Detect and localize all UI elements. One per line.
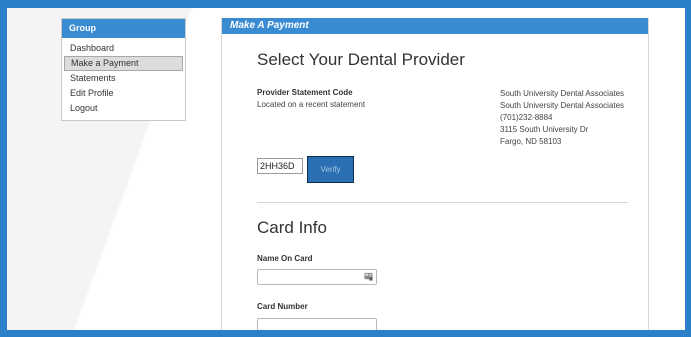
main-panel: Make A Payment Select Your Dental Provid… <box>221 18 649 330</box>
provider-address-line1: 3115 South University Dr <box>500 125 589 134</box>
provider-name: South University Dental Associates <box>500 89 625 98</box>
sidebar-item-dashboard[interactable]: Dashboard <box>64 41 183 56</box>
name-on-card-label: Name On Card <box>257 254 313 263</box>
verify-button[interactable]: Verify <box>307 156 354 183</box>
provider-code-input[interactable]: 2HH36D <box>257 158 303 174</box>
card-number-field[interactable] <box>257 318 377 330</box>
provider-code-label: Provider Statement Code <box>257 88 353 97</box>
card-section-title: Card Info <box>257 218 327 237</box>
provider-details: South University Dental Associates South… <box>500 88 624 148</box>
sidebar-header: Group <box>62 19 185 38</box>
sidebar-nav: Group Dashboard Make a Payment Statement… <box>61 18 186 121</box>
name-on-card-field[interactable] <box>257 269 377 285</box>
card-number-label: Card Number <box>257 302 308 311</box>
provider-phone: (701)232-8884 <box>500 113 553 122</box>
sidebar-item-statements[interactable]: Statements <box>64 71 183 86</box>
screenshot-frame: Group Dashboard Make a Payment Statement… <box>0 0 691 337</box>
provider-address-line2: Fargo, ND 58103 <box>500 137 562 146</box>
provider-code-hint: Located on a recent statement <box>257 100 366 109</box>
provider-name-secondary: South University Dental Associates <box>500 101 625 110</box>
sidebar-item-logout[interactable]: Logout <box>64 101 183 116</box>
page-header: Make A Payment <box>222 18 648 34</box>
provider-section-title: Select Your Dental Provider <box>257 50 465 69</box>
page-background: Group Dashboard Make a Payment Statement… <box>7 8 685 330</box>
contact-card-icon[interactable] <box>364 272 373 281</box>
sidebar-item-edit-profile[interactable]: Edit Profile <box>64 86 183 101</box>
sidebar-list: Dashboard Make a Payment Statements Edit… <box>62 38 185 120</box>
section-divider <box>257 202 628 203</box>
sidebar-item-make-a-payment[interactable]: Make a Payment <box>64 56 183 71</box>
